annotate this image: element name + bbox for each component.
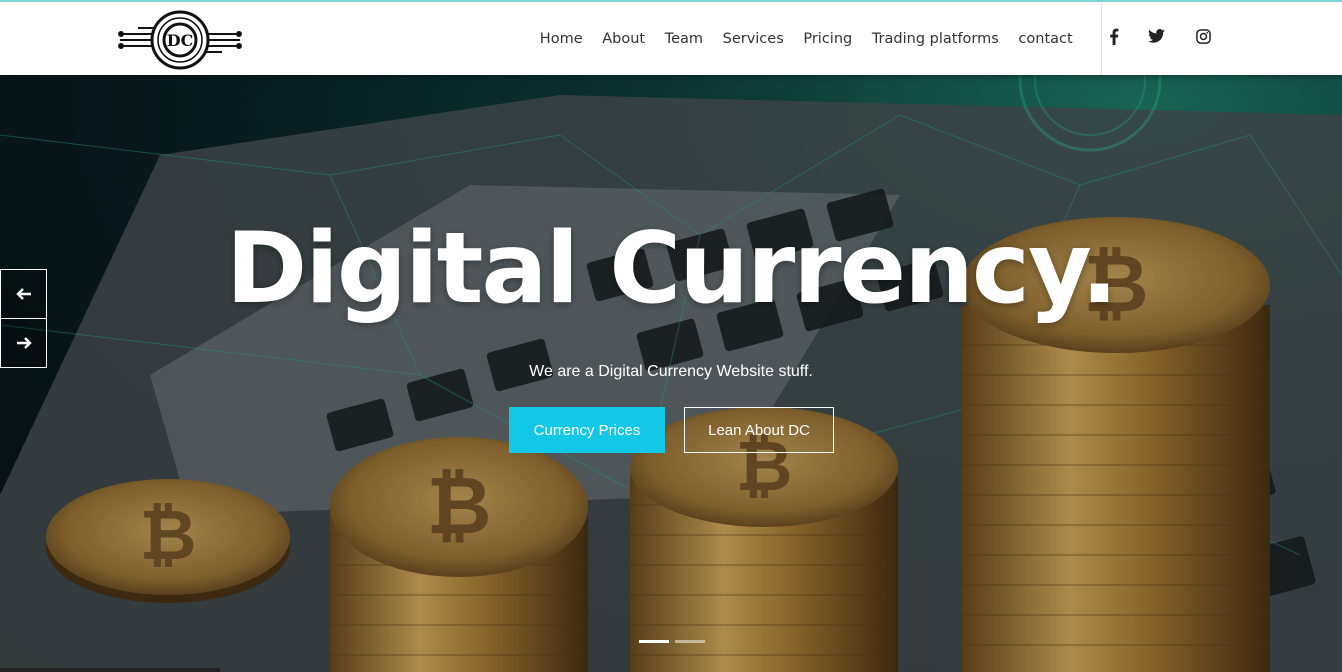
nav-home[interactable]: Home xyxy=(540,31,583,47)
learn-about-dc-button[interactable]: Lean About DC xyxy=(684,407,834,453)
hero-title: Digital Currency. xyxy=(225,212,1118,326)
twitter-link[interactable] xyxy=(1146,26,1166,46)
slider-dot-2[interactable] xyxy=(675,640,705,643)
nav-services[interactable]: Services xyxy=(723,31,784,47)
bottom-scrollbar xyxy=(0,668,220,672)
svg-text:DC: DC xyxy=(167,31,194,50)
instagram-icon xyxy=(1193,26,1213,46)
nav-divider xyxy=(1101,4,1102,75)
nav-contact[interactable]: contact xyxy=(1018,31,1072,47)
nav-trading-platforms[interactable]: Trading platforms xyxy=(872,31,999,47)
nav-pricing[interactable]: Pricing xyxy=(803,31,852,47)
twitter-icon xyxy=(1146,26,1166,46)
facebook-link[interactable] xyxy=(1104,26,1124,46)
hero-slider: ₿ ₿ ₿ ₿ Digital Currency. We are a Digit… xyxy=(0,75,1342,672)
nav-team[interactable]: Team xyxy=(665,31,703,47)
slider-next-button[interactable] xyxy=(0,318,47,368)
slider-prev-button[interactable] xyxy=(0,269,47,319)
slider-dot-1[interactable] xyxy=(639,640,669,643)
currency-prices-button[interactable]: Currency Prices xyxy=(509,407,665,453)
dc-logo[interactable]: DC xyxy=(118,10,242,70)
facebook-icon xyxy=(1104,26,1124,46)
arrow-left-icon xyxy=(15,288,31,300)
main-nav: Home About Team Services Pricing Trading… xyxy=(530,2,1082,75)
arrow-right-icon xyxy=(16,337,32,349)
instagram-link[interactable] xyxy=(1193,26,1213,46)
hero-subtitle: We are a Digital Currency Website stuff. xyxy=(529,363,813,380)
nav-about[interactable]: About xyxy=(602,31,645,47)
site-header: DC Home About Team Services Pricing Trad… xyxy=(0,0,1342,75)
